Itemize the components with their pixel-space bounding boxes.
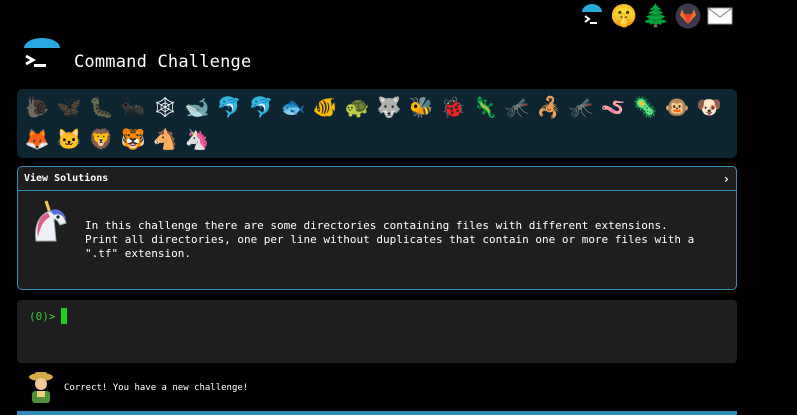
animal-row-1: 🐌 🦋 🐛 🐜 🕸 🐋 🐬 🐬 🐟 🐠 🐢 🐺 🐝 🐞 🦎 🦟 🦂 🦟 🪱 🦠 🐵 🐶 bbox=[21, 92, 725, 122]
shushing-face-icon[interactable]: 🤫 bbox=[610, 2, 638, 30]
animal-badge-icon[interactable]: 🐯 bbox=[117, 124, 149, 154]
farmer-avatar-icon bbox=[27, 370, 55, 404]
animal-badge-icon[interactable]: 🐶 bbox=[693, 92, 725, 122]
gitlab-icon[interactable] bbox=[674, 2, 702, 30]
tree-icon[interactable]: 🌲 bbox=[642, 2, 670, 30]
animal-badge-icon[interactable]: 🐋 bbox=[181, 92, 213, 122]
chevron-right-icon[interactable]: › bbox=[723, 172, 730, 186]
animal-badge-icon[interactable]: 🐌 bbox=[21, 92, 53, 122]
top-icon-bar: 🤫 🌲 bbox=[578, 2, 734, 30]
animal-badge-icon[interactable]: 🦊 bbox=[21, 124, 53, 154]
animal-badge-icon[interactable]: 🕸 bbox=[149, 92, 181, 122]
unicorn-mascot-icon bbox=[26, 197, 74, 245]
bottom-accent-bar bbox=[17, 411, 737, 415]
animal-badge-icon[interactable]: 🦄 bbox=[181, 124, 213, 154]
animal-badge-icon[interactable]: 🐺 bbox=[373, 92, 405, 122]
challenge-progress-strip: 🐌 🦋 🐛 🐜 🕸 🐋 🐬 🐬 🐟 🐠 🐢 🐺 🐝 🐞 🦎 🦟 🦂 🦟 🪱 🦠 🐵 🐶 🦊 🐱 🦁 🐯 🐴 🦄 bbox=[17, 89, 737, 158]
animal-badge-icon[interactable]: 🐬 bbox=[213, 92, 245, 122]
animal-badge-icon[interactable]: 🦁 bbox=[85, 124, 117, 154]
animal-badge-icon[interactable]: 🐛 bbox=[85, 92, 117, 122]
animal-badge-icon[interactable]: 🐴 bbox=[149, 124, 181, 154]
animal-badge-icon[interactable]: 🐝 bbox=[405, 92, 437, 122]
animal-badge-icon[interactable]: 🐟 bbox=[277, 92, 309, 122]
terminal-prompt: (0)> bbox=[29, 310, 56, 323]
animal-badge-icon[interactable]: 🐱 bbox=[53, 124, 85, 154]
terminal-cursor[interactable] bbox=[61, 308, 67, 324]
animal-badge-icon[interactable]: 🐬 bbox=[245, 92, 277, 122]
animal-badge-icon[interactable]: 🐞 bbox=[437, 92, 469, 122]
mail-icon[interactable] bbox=[706, 2, 734, 30]
animal-badge-icon[interactable]: 🦂 bbox=[533, 92, 565, 122]
terminal-logo-icon[interactable] bbox=[578, 2, 606, 30]
terminal-input-area[interactable]: (0)> bbox=[17, 300, 737, 363]
animal-badge-icon[interactable]: 🪱 bbox=[597, 92, 629, 122]
animal-badge-icon[interactable]: 🐜 bbox=[117, 92, 149, 122]
animal-badge-icon[interactable]: 🦟 bbox=[501, 92, 533, 122]
challenge-panel: View Solutions › In this challenge there… bbox=[17, 166, 737, 290]
app-logo-icon[interactable] bbox=[22, 38, 62, 78]
animal-badge-icon[interactable]: 🐠 bbox=[309, 92, 341, 122]
page-title: Command Challenge bbox=[74, 52, 252, 72]
animal-badge-icon[interactable]: 🦎 bbox=[469, 92, 501, 122]
animal-badge-icon[interactable]: 🐢 bbox=[341, 92, 373, 122]
animal-badge-icon[interactable]: 🦋 bbox=[53, 92, 85, 122]
animal-badge-icon[interactable]: 🐵 bbox=[661, 92, 693, 122]
status-message: Correct! You have a new challenge! bbox=[64, 383, 249, 393]
view-solutions-label: View Solutions bbox=[24, 173, 109, 184]
view-solutions-toggle[interactable]: View Solutions › bbox=[18, 167, 736, 191]
animal-badge-icon[interactable]: 🦟 bbox=[565, 92, 597, 122]
animal-badge-icon[interactable]: 🦠 bbox=[629, 92, 661, 122]
challenge-description: In this challenge there are some directo… bbox=[85, 219, 695, 260]
animal-row-2: 🦊 🐱 🦁 🐯 🐴 🦄 bbox=[21, 124, 213, 154]
